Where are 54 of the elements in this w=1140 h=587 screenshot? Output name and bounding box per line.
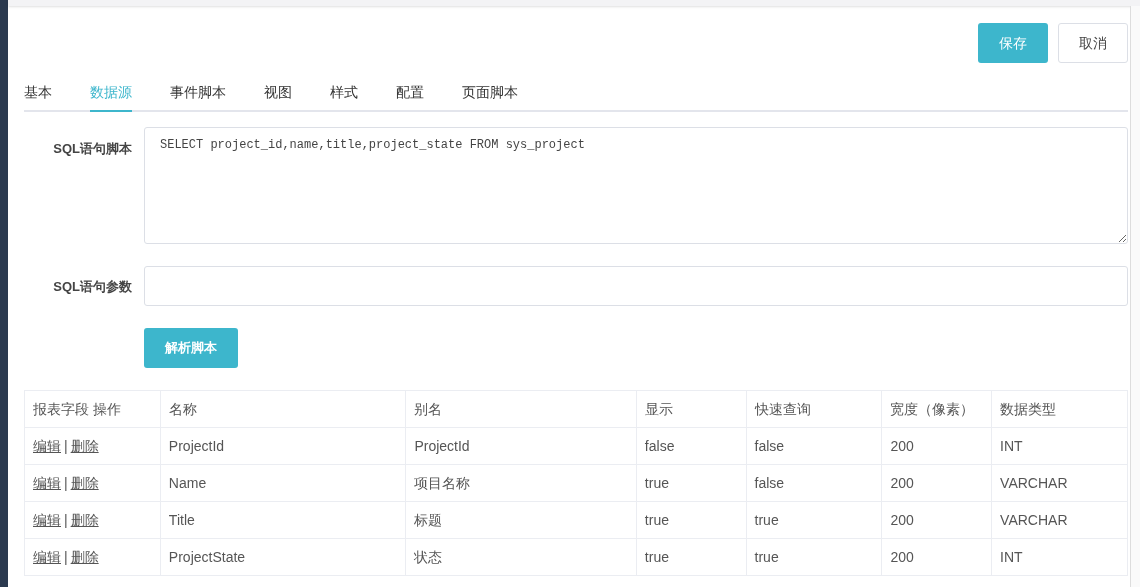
tab[interactable]: 样式 [330, 82, 358, 112]
edit-link[interactable]: 编辑 [33, 437, 61, 454]
table-cell: INT [991, 538, 1128, 576]
separator: | [64, 437, 68, 454]
table-cell: true [636, 501, 747, 539]
separator: | [64, 511, 68, 528]
field-label: SQL语句脚本 [52, 140, 133, 158]
cancel-button[interactable]: 取消 [1058, 23, 1128, 63]
table-cell: 状态 [405, 538, 637, 576]
separator: | [64, 548, 68, 565]
delete-link[interactable]: 删除 [70, 548, 99, 565]
delete-link[interactable]: 删除 [70, 474, 99, 491]
table-cell: VARCHAR [991, 501, 1128, 539]
table-cell: Title [160, 501, 406, 539]
tab[interactable]: 配置 [396, 82, 424, 112]
delete-link[interactable]: 删除 [70, 437, 99, 454]
table-cell: 项目名称 [405, 464, 637, 502]
column-header: 报表字段 操作 [24, 390, 161, 428]
edit-link[interactable]: 编辑 [33, 548, 61, 565]
table-cell: 200 [881, 538, 992, 576]
table-cell: false [746, 464, 882, 502]
tab[interactable]: 事件脚本 [170, 82, 226, 112]
table-cell: VARCHAR [991, 464, 1128, 502]
table-cell: INT [991, 427, 1128, 465]
table-cell: true [746, 538, 882, 576]
edit-link[interactable]: 编辑 [33, 511, 61, 528]
table-cell: 200 [881, 464, 992, 502]
sql-params-field[interactable] [144, 266, 1128, 306]
table-cell: false [636, 427, 747, 465]
table-cell: 200 [881, 501, 992, 539]
tab[interactable]: 页面脚本 [462, 82, 518, 112]
column-header: 快速查询 [746, 390, 882, 428]
column-header: 名称 [160, 390, 406, 428]
table-cell: 200 [881, 427, 992, 465]
tab[interactable]: 基本 [24, 82, 52, 112]
field-label: SQL语句参数 [52, 278, 133, 296]
delete-link[interactable]: 删除 [70, 511, 99, 528]
table-cell: Name [160, 464, 406, 502]
table-cell: true [746, 501, 882, 539]
table-cell: ProjectId [405, 427, 637, 465]
table-cell: true [636, 538, 747, 576]
table-cell: 标题 [405, 501, 637, 539]
sql-script-field[interactable]: SELECT project_id,name,title,project_state FROM sys_project [144, 127, 1128, 244]
column-header: 显示 [636, 390, 747, 428]
table-cell: ProjectState [160, 538, 406, 576]
table-cell: false [746, 427, 882, 465]
table-cell: ProjectId [160, 427, 406, 465]
column-header: 宽度（像素） [881, 390, 992, 428]
column-header: 别名 [405, 390, 637, 428]
separator: | [64, 474, 68, 491]
column-header: 数据类型 [991, 390, 1128, 428]
tab[interactable]: 视图 [264, 82, 292, 112]
edit-link[interactable]: 编辑 [33, 474, 61, 491]
table-cell: true [636, 464, 747, 502]
